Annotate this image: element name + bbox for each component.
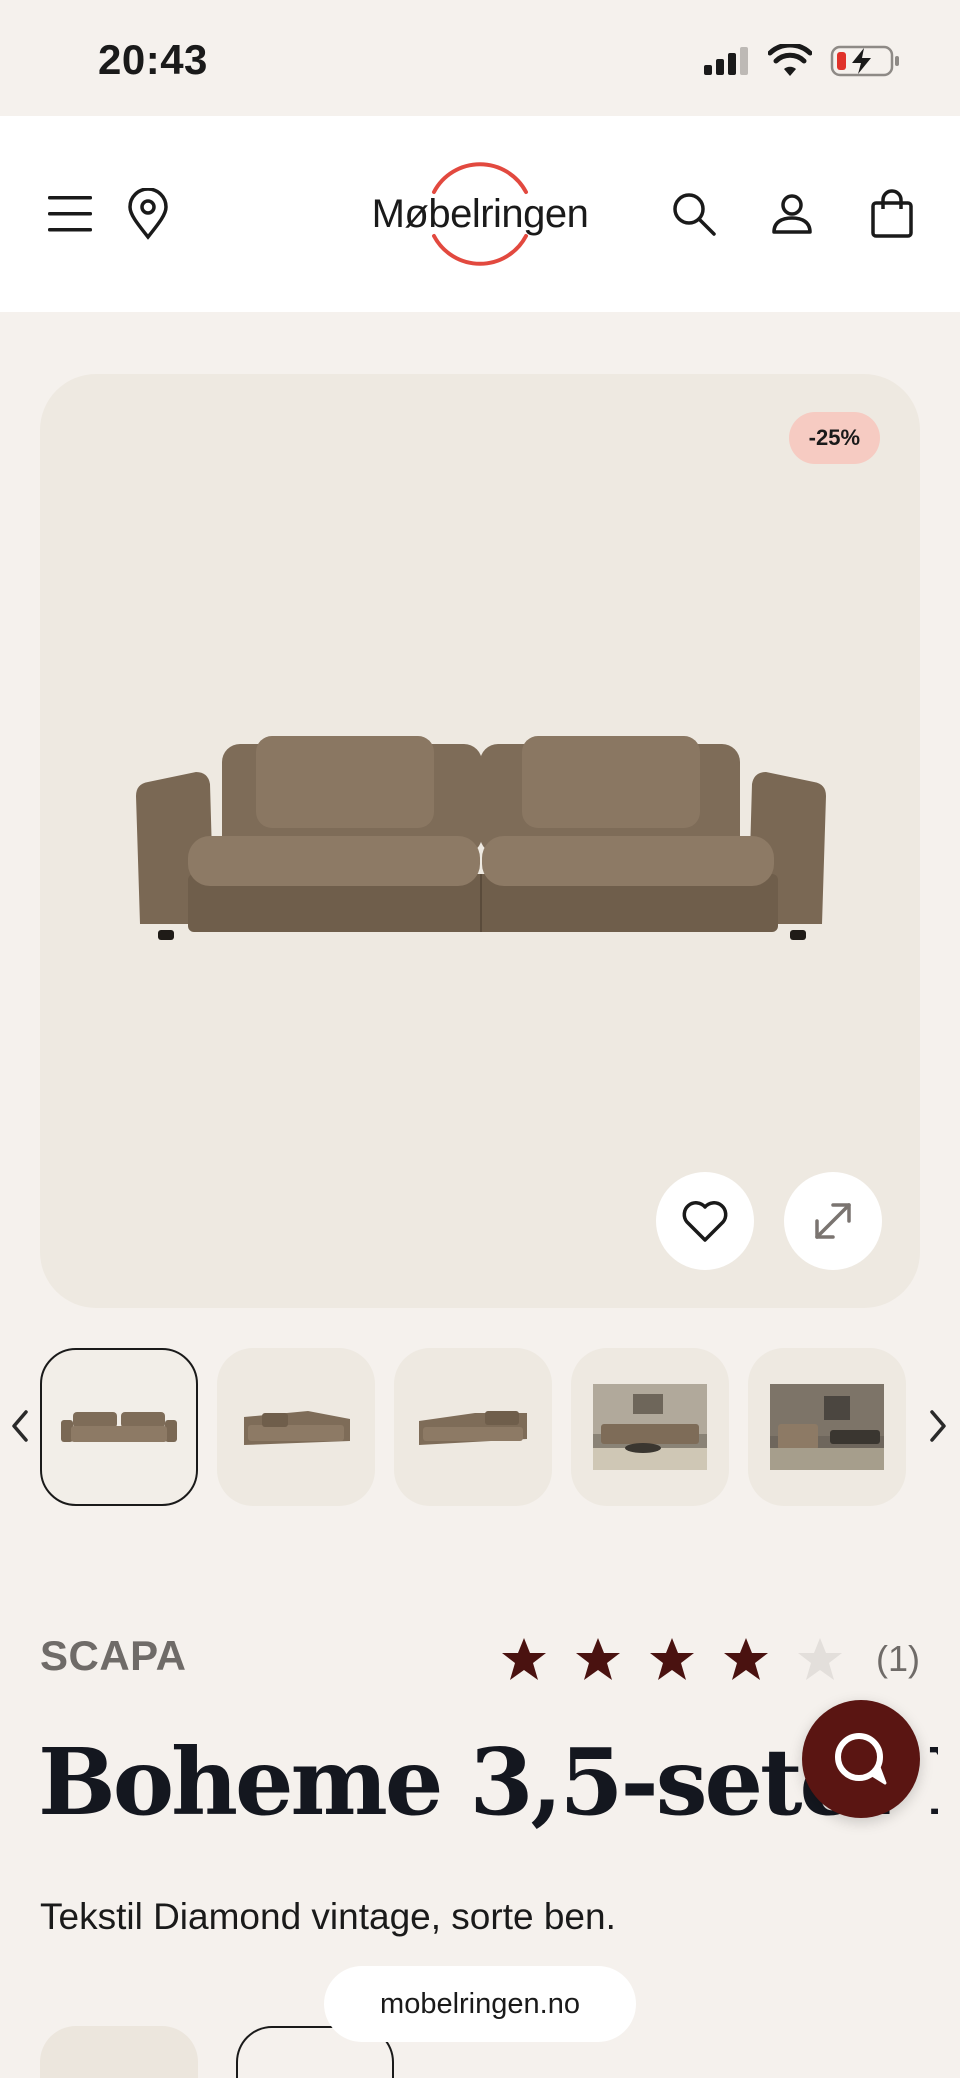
product-rating[interactable]: (1) [500, 1636, 920, 1682]
site-logo[interactable]: Møbelringen [350, 154, 610, 274]
chat-bubble-icon [835, 1733, 887, 1785]
thumbnail-next-button[interactable] [918, 1404, 958, 1448]
status-bar: 20:43 [0, 0, 960, 116]
logo-text: Møbelringen [371, 191, 589, 236]
thumbnail-carousel [0, 1348, 960, 1506]
thumbnail-3[interactable] [394, 1348, 552, 1506]
expand-image-button[interactable] [784, 1172, 882, 1270]
user-icon[interactable] [762, 184, 822, 244]
cellular-signal-icon [704, 47, 748, 75]
chevron-left-icon [12, 1410, 28, 1442]
thumbnail-5[interactable] [748, 1348, 906, 1506]
product-brand[interactable]: SCAPA [40, 1632, 186, 1680]
product-image-sofa[interactable] [136, 724, 826, 948]
star-filled-icon [576, 1638, 620, 1680]
url-text: mobelringen.no [380, 1987, 580, 2020]
status-icons [702, 44, 900, 78]
star-empty-icon [798, 1638, 842, 1680]
chat-button[interactable] [802, 1700, 920, 1818]
star-filled-icon [502, 1638, 546, 1680]
star-filled-icon [724, 1638, 768, 1680]
discount-badge: -25% [788, 412, 880, 464]
site-header: Møbelringen [0, 116, 960, 312]
thumbnail-prev-button[interactable] [0, 1404, 40, 1448]
star-filled-icon [650, 1638, 694, 1680]
rating-count: (1) [876, 1638, 920, 1679]
expand-icon [815, 1203, 851, 1239]
heart-icon [682, 1201, 728, 1242]
browser-url-bar[interactable]: mobelringen.no [324, 1966, 636, 2042]
product-image-card[interactable]: -25% [40, 374, 920, 1308]
product-subtitle: Tekstil Diamond vintage, sorte ben. [40, 1896, 616, 1937]
menu-icon[interactable] [40, 184, 100, 244]
thumbnail-1[interactable] [40, 1348, 198, 1506]
wishlist-button[interactable] [656, 1172, 754, 1270]
thumbnail-2[interactable] [217, 1348, 375, 1506]
rating-stars [500, 1636, 844, 1682]
location-pin-icon[interactable] [118, 184, 178, 244]
battery-charging-icon [830, 45, 899, 77]
chevron-right-icon [930, 1410, 946, 1442]
status-time: 20:43 [98, 36, 208, 83]
variant-option-1[interactable] [40, 2026, 198, 2078]
thumbnail-4[interactable] [571, 1348, 729, 1506]
shopping-bag-icon[interactable] [862, 184, 922, 244]
wifi-icon [768, 44, 812, 76]
search-icon[interactable] [664, 184, 724, 244]
